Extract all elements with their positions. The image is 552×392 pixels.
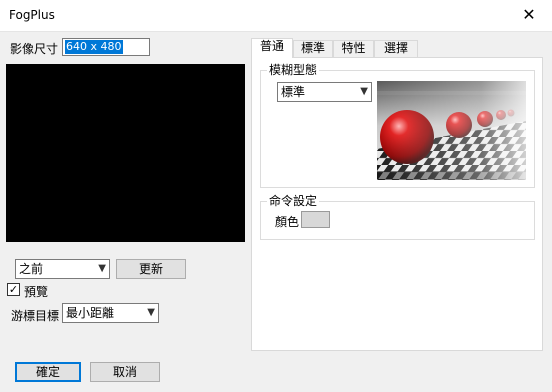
preview-checkbox-label: 預覽 (24, 285, 49, 299)
chevron-down-icon: ▼ (360, 86, 368, 97)
image-size-label: 影像尺寸 (10, 42, 59, 56)
color-label: 顏色 (275, 215, 300, 229)
blur-type-group-title: 模糊型態 (267, 63, 320, 77)
command-settings-group-title: 命令設定 (267, 194, 320, 208)
cancel-button[interactable]: 取消 (90, 362, 160, 382)
chevron-down-icon: ▼ (147, 307, 155, 318)
cursor-target-value: 最小距離 (66, 306, 115, 320)
title-bar: FogPlus ✕ (0, 0, 552, 32)
image-size-field[interactable]: 640 x 480 (62, 38, 150, 56)
preview-canvas (6, 64, 245, 242)
cursor-target-label: 游標目標 (11, 309, 60, 323)
tab-standard[interactable]: 標準 (293, 40, 333, 57)
fog-sample-image (377, 81, 526, 180)
color-swatch-button[interactable] (301, 211, 330, 228)
mode-select[interactable]: 之前 ▼ (15, 259, 110, 279)
mode-select-value: 之前 (19, 262, 44, 276)
cursor-target-select[interactable]: 最小距離 ▼ (62, 303, 159, 323)
ok-button[interactable]: 確定 (15, 362, 81, 382)
update-button[interactable]: 更新 (116, 259, 186, 279)
checkmark-icon: ✓ (8, 283, 19, 296)
tab-selection[interactable]: 選擇 (374, 40, 418, 57)
tab-general[interactable]: 普通 (251, 38, 293, 58)
blur-type-value: 標準 (281, 85, 306, 99)
tab-properties[interactable]: 特性 (333, 40, 374, 57)
close-icon[interactable]: ✕ (506, 0, 552, 31)
preview-checkbox[interactable]: ✓ (7, 283, 20, 296)
image-size-value: 640 x 480 (65, 40, 123, 54)
chevron-down-icon: ▼ (98, 263, 106, 274)
blur-type-select[interactable]: 標準 ▼ (277, 82, 372, 102)
window-title: FogPlus (9, 8, 55, 22)
